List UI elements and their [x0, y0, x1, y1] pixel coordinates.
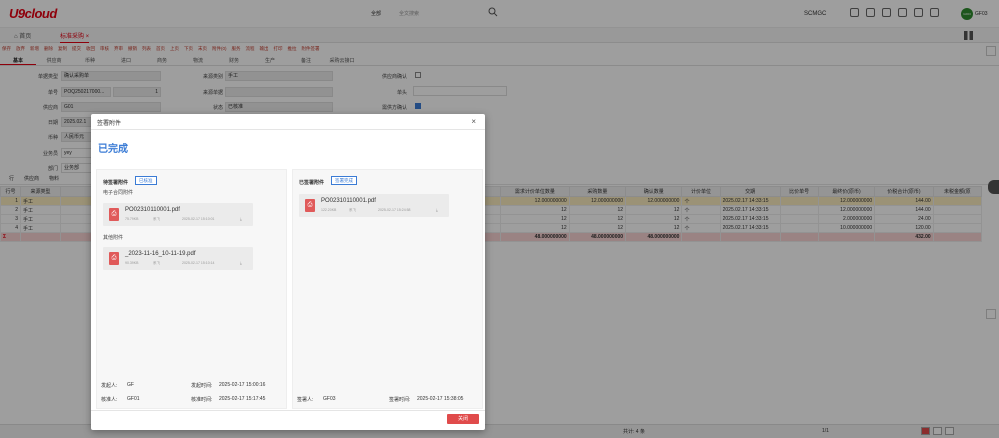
approve-time-label: 核准时间: — [191, 397, 213, 403]
file-user: 系飞 — [153, 217, 160, 221]
pdf-icon: ⎙ — [305, 199, 315, 212]
panel-heading: 已签署附件 — [299, 180, 325, 186]
section-label: 其他附件 — [103, 235, 124, 241]
file-size: 75.79KB — [125, 217, 139, 221]
file-time: 2025-02-17 15:24:58 — [378, 208, 411, 212]
download-icon[interactable]: ⤓ — [240, 216, 242, 221]
signer-value: GF03 — [323, 396, 336, 402]
sign-attachment-dialog: 签署附件 × 已完成 待签署附件 已核准 电子合同附件 ⎙ PO02310110… — [91, 114, 485, 430]
signed-attachments-panel: 已签署附件 签署完成 ⎙ PO02310110001.pdf 122.20KB … — [292, 169, 483, 409]
download-icon[interactable]: ⤓ — [240, 260, 242, 265]
file-card[interactable]: ⎙ _2023-11-16_10-11-19.pdf 90.39KB 系飞 20… — [103, 247, 253, 270]
file-name[interactable]: PO02310110001.pdf — [125, 207, 180, 213]
download-icon[interactable]: ⤓ — [436, 207, 438, 212]
file-size: 90.39KB — [125, 261, 139, 265]
file-user: 系飞 — [349, 208, 356, 212]
dialog-title: 签署附件 — [97, 121, 122, 127]
file-card[interactable]: ⎙ PO02310110001.pdf 122.20KB 系飞 2025-02-… — [299, 194, 449, 217]
divider — [91, 129, 485, 130]
status-badge: 已核准 — [135, 176, 157, 185]
signer-label: 签署人: — [297, 397, 314, 403]
sign-status: 已完成 — [98, 144, 128, 155]
init-time-value: 2025-02-17 15:00:16 — [219, 382, 266, 388]
close-icon[interactable]: × — [471, 117, 476, 126]
approve-time-value: 2025-02-17 15:17:45 — [219, 396, 266, 402]
file-size: 122.20KB — [321, 208, 337, 212]
file-user: 系飞 — [153, 261, 160, 265]
init-time-label: 发起时间: — [191, 383, 213, 389]
initiator-value: GF — [127, 382, 134, 388]
pdf-icon: ⎙ — [109, 208, 119, 221]
approver-value: GF01 — [127, 396, 140, 402]
pdf-icon: ⎙ — [109, 252, 119, 265]
pending-attachments-panel: 待签署附件 已核准 电子合同附件 ⎙ PO02310110001.pdf 75.… — [96, 169, 287, 409]
initiator-label: 发起人: — [101, 383, 118, 389]
divider — [91, 410, 485, 411]
sign-time-label: 签署时间: — [389, 397, 411, 403]
status-badge: 签署完成 — [331, 176, 357, 185]
file-name[interactable]: _2023-11-16_10-11-19.pdf — [125, 251, 196, 257]
section-label: 电子合同附件 — [103, 190, 134, 196]
close-button[interactable]: 关闭 — [447, 414, 479, 424]
sign-time-value: 2025-02-17 15:38:05 — [417, 396, 464, 402]
approver-label: 核准人: — [101, 397, 118, 403]
file-time: 2025-02-17 15:10:01 — [182, 217, 215, 221]
file-name[interactable]: PO02310110001.pdf — [321, 198, 376, 204]
file-time: 2025-02-17 15:10:14 — [182, 261, 215, 265]
file-card[interactable]: ⎙ PO02310110001.pdf 75.79KB 系飞 2025-02-1… — [103, 203, 253, 226]
panel-heading: 待签署附件 — [103, 180, 129, 186]
